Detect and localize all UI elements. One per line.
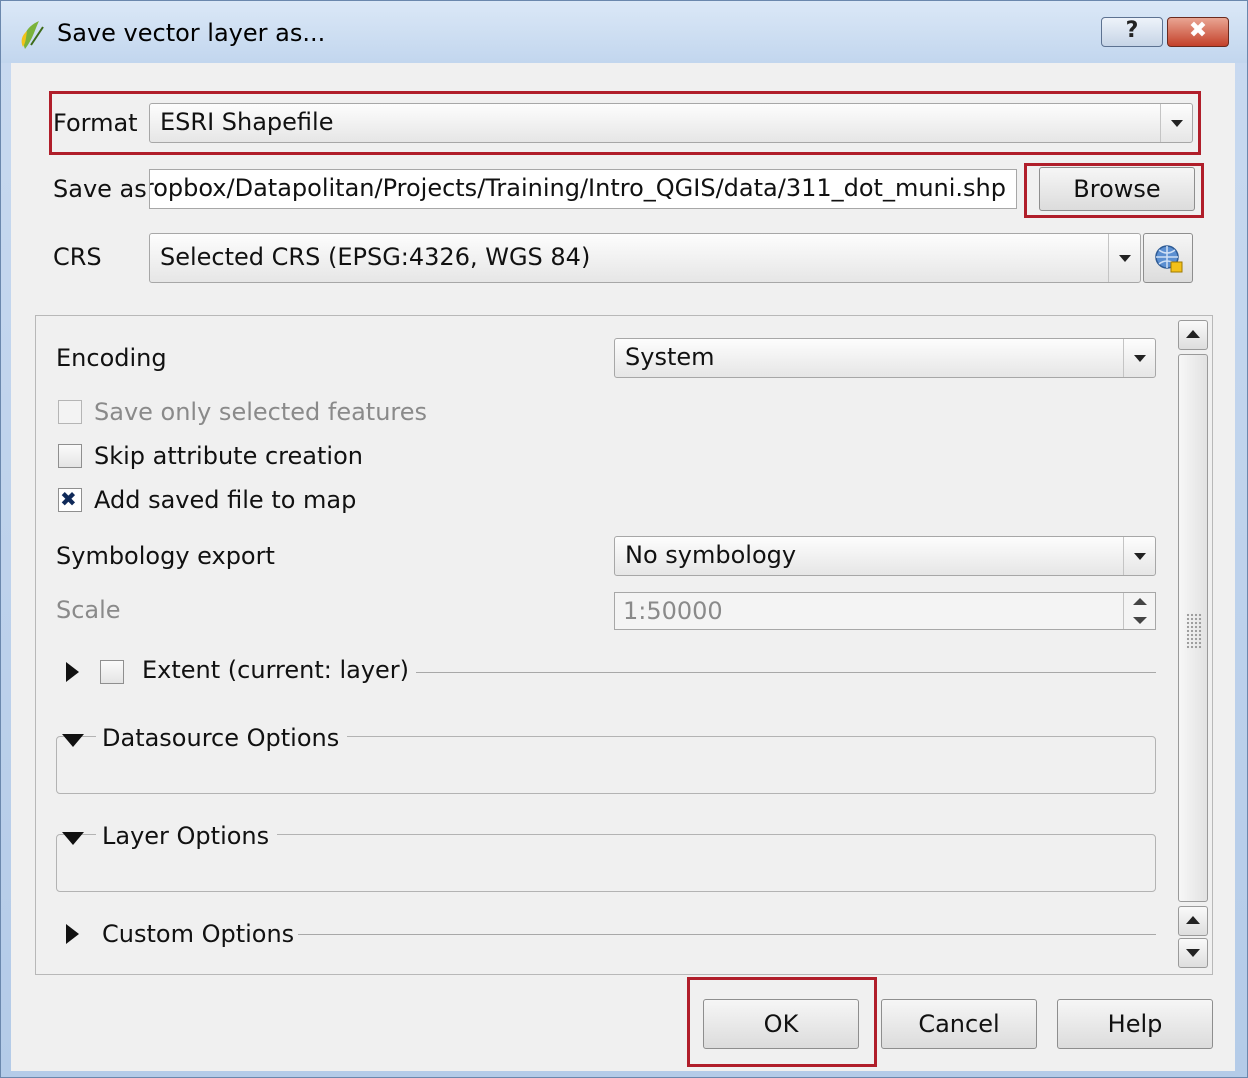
encoding-combo[interactable]: System bbox=[614, 338, 1156, 378]
save-selected-label: Save only selected features bbox=[94, 398, 428, 426]
expand-arrow-icon[interactable] bbox=[66, 662, 79, 682]
scale-label: Scale bbox=[56, 596, 121, 624]
dialog-body: Format ESRI Shapefile Save as Dropbox/Da… bbox=[11, 63, 1235, 1071]
encoding-label: Encoding bbox=[56, 344, 167, 372]
crs-combo[interactable]: Selected CRS (EPSG:4326, WGS 84) bbox=[149, 233, 1141, 283]
help-button[interactable]: Help bbox=[1057, 999, 1213, 1049]
chevron-down-icon bbox=[1123, 537, 1155, 575]
scroll-up-icon[interactable] bbox=[1178, 906, 1208, 936]
window-title: Save vector layer as... bbox=[57, 19, 326, 47]
expand-arrow-icon[interactable] bbox=[66, 924, 79, 944]
divider bbox=[416, 672, 1156, 673]
vertical-scrollbar[interactable] bbox=[1176, 318, 1210, 972]
datasource-options-label: Datasource Options bbox=[96, 724, 348, 752]
add-to-map-checkbox[interactable] bbox=[58, 487, 82, 512]
save-as-path-input[interactable]: Dropbox/Datapolitan/Projects/Training/In… bbox=[149, 169, 1017, 209]
scroll-down-icon[interactable] bbox=[1178, 938, 1208, 968]
spin-arrows-icon[interactable] bbox=[1123, 593, 1155, 629]
options-scroll-panel: Encoding System Save only selected featu… bbox=[35, 315, 1213, 975]
custom-options-label: Custom Options bbox=[102, 920, 295, 948]
scroll-up-icon[interactable] bbox=[1178, 320, 1208, 350]
chevron-down-icon bbox=[1123, 339, 1155, 377]
symbology-combo[interactable]: No symbology bbox=[614, 536, 1156, 576]
divider bbox=[298, 934, 1156, 935]
save-selected-checkbox[interactable] bbox=[58, 400, 82, 424]
cancel-button[interactable]: Cancel bbox=[881, 999, 1037, 1049]
highlight-format-box bbox=[49, 91, 1201, 155]
grip-icon bbox=[1186, 613, 1202, 649]
scale-value: 1:50000 bbox=[623, 597, 723, 625]
highlight-ok-box bbox=[687, 977, 877, 1067]
crs-value: Selected CRS (EPSG:4326, WGS 84) bbox=[160, 243, 591, 271]
save-as-label: Save as bbox=[53, 175, 147, 203]
title-bar[interactable]: Save vector layer as... ? ✖ bbox=[1, 1, 1247, 63]
symbology-value: No symbology bbox=[625, 541, 797, 569]
collapse-arrow-icon[interactable] bbox=[62, 734, 84, 747]
scrollbar-thumb[interactable] bbox=[1178, 354, 1208, 902]
skip-attribute-label: Skip attribute creation bbox=[94, 442, 363, 470]
save-as-path-value: Dropbox/Datapolitan/Projects/Training/In… bbox=[149, 174, 1006, 202]
add-to-map-label: Add saved file to map bbox=[94, 486, 357, 514]
globe-crs-icon bbox=[1155, 245, 1183, 273]
encoding-value: System bbox=[625, 343, 715, 371]
extent-label: Extent (current: layer) bbox=[142, 656, 410, 684]
chevron-down-icon bbox=[1108, 234, 1140, 282]
symbology-label: Symbology export bbox=[56, 542, 275, 570]
scale-spinbox[interactable]: 1:50000 bbox=[614, 592, 1156, 630]
crs-select-button[interactable] bbox=[1143, 233, 1193, 283]
close-button[interactable]: ✖ bbox=[1167, 17, 1229, 47]
qgis-logo-icon bbox=[21, 21, 44, 49]
save-vector-layer-dialog: Save vector layer as... ? ✖ Format ESRI … bbox=[0, 0, 1248, 1078]
skip-attribute-checkbox[interactable] bbox=[58, 444, 82, 468]
collapse-arrow-icon[interactable] bbox=[62, 832, 84, 845]
crs-label: CRS bbox=[53, 243, 102, 271]
layer-options-label: Layer Options bbox=[96, 822, 278, 850]
help-title-button[interactable]: ? bbox=[1101, 17, 1163, 47]
extent-checkbox[interactable] bbox=[100, 660, 124, 684]
highlight-browse-box bbox=[1024, 163, 1204, 218]
